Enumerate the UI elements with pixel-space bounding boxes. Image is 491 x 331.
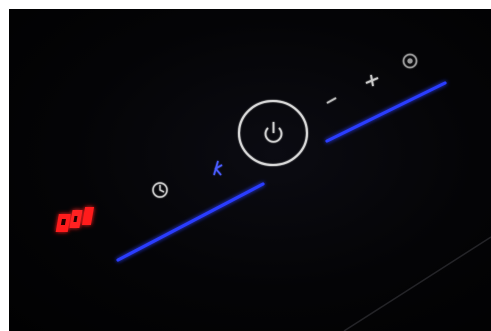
right-blue-light-strip — [325, 81, 447, 143]
power-button[interactable] — [238, 100, 308, 166]
power-icon — [264, 122, 283, 143]
left-blue-light-strip — [116, 182, 265, 262]
photo-frame — [0, 0, 491, 331]
cooktop-edge-line — [343, 236, 491, 331]
cooktop-scene — [55, 53, 491, 331]
boost-icon[interactable] — [402, 53, 418, 69]
power-level-display — [55, 207, 95, 232]
clock-icon[interactable] — [152, 182, 168, 198]
child-lock-icon[interactable] — [213, 160, 223, 176]
minus-icon[interactable] — [326, 97, 337, 104]
plus-icon[interactable] — [365, 74, 379, 87]
cooktop-photo — [9, 9, 491, 331]
